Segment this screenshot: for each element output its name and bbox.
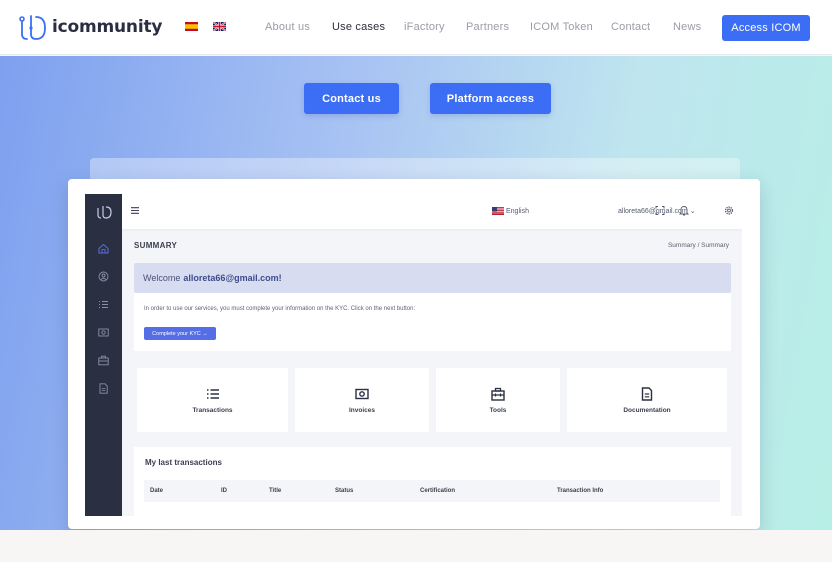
column-id[interactable]: ID — [221, 488, 227, 494]
complete-kyc-button[interactable]: Complete your KYC → — [144, 327, 216, 340]
breadcrumb: Summary / Summary — [667, 242, 729, 249]
nav-about-us[interactable]: About us — [265, 21, 310, 33]
transactions-table-header: Date ID Title Status Certification Trans… — [144, 480, 720, 502]
column-status[interactable]: Status — [335, 488, 353, 494]
brand-name: icommunity — [52, 17, 163, 37]
list-icon[interactable] — [98, 299, 109, 310]
tile-label: Invoices — [348, 406, 375, 414]
page-title: SUMMARY — [134, 241, 178, 250]
access-icom-button[interactable]: Access ICOM — [722, 15, 810, 41]
platform-access-button[interactable]: Platform access — [430, 83, 551, 114]
dashboard-sidebar — [85, 194, 122, 516]
nav-icom-token[interactable]: ICOM Token — [530, 21, 593, 33]
welcome-prefix: Welcome — [143, 273, 181, 283]
nav-news[interactable]: News — [673, 21, 701, 33]
tile-documentation[interactable]: Documentation — [567, 368, 727, 432]
dashboard-topbar: English alloreta66@gmail.com ⌄ — [122, 194, 742, 229]
welcome-banner: Welcome alloreta66@gmail.com! — [134, 263, 731, 293]
us-flag-icon — [492, 207, 504, 215]
dashboard-frame: English alloreta66@gmail.com ⌄ SUMMARY S… — [85, 194, 742, 516]
toolbox-icon[interactable] — [98, 355, 109, 366]
contact-us-button[interactable]: Contact us — [304, 83, 399, 114]
tile-transactions[interactable]: Transactions — [137, 368, 288, 432]
sidebar-logo-icon — [97, 206, 112, 219]
welcome-user: alloreta66@gmail.com! — [183, 273, 282, 283]
brand-logo[interactable]: icommunity — [18, 12, 162, 42]
language-selector[interactable]: English — [492, 207, 529, 215]
es-flag-icon[interactable] — [185, 22, 198, 31]
settings-gear-icon[interactable] — [724, 205, 734, 216]
user-icon[interactable] — [98, 271, 109, 282]
column-certification[interactable]: Certification — [420, 488, 455, 494]
column-date[interactable]: Date — [150, 488, 163, 494]
page-footer-band — [0, 530, 832, 562]
kyc-message: In order to use our services, you must c… — [144, 306, 416, 312]
kyc-card: In order to use our services, you must c… — [134, 293, 731, 351]
transactions-title: My last transactions — [145, 458, 222, 467]
nav-partners[interactable]: Partners — [466, 21, 509, 33]
invoice-icon[interactable] — [98, 327, 109, 338]
tile-invoices[interactable]: Invoices — [295, 368, 429, 432]
list-icon — [206, 388, 219, 399]
language-label: English — [506, 207, 529, 215]
column-title[interactable]: Title — [269, 488, 281, 494]
document-icon — [641, 386, 653, 401]
invoice-icon — [355, 388, 369, 399]
uk-flag-icon[interactable] — [213, 22, 226, 31]
logo-icon — [19, 15, 46, 40]
transactions-card: My last transactions Date ID Title Statu… — [134, 447, 731, 516]
tile-label: Tools — [489, 406, 507, 414]
document-icon[interactable] — [98, 383, 109, 394]
menu-icon[interactable] — [131, 207, 139, 214]
nav-contact[interactable]: Contact — [611, 21, 650, 33]
nav-ifactory[interactable]: iFactory — [404, 21, 445, 33]
toolbox-icon — [491, 387, 505, 401]
dashboard-preview: English alloreta66@gmail.com ⌄ SUMMARY S… — [68, 179, 760, 529]
column-transaction-info[interactable]: Transaction Info — [557, 488, 603, 494]
dashboard-content: SUMMARY Summary / Summary Welcome allore… — [122, 229, 742, 516]
top-navbar: icommunity About us Use cases iFactory P… — [0, 0, 832, 55]
tile-tools[interactable]: Tools — [436, 368, 560, 432]
user-menu[interactable]: alloreta66@gmail.com ⌄ — [618, 207, 696, 215]
nav-use-cases[interactable]: Use cases — [332, 21, 385, 33]
home-icon[interactable] — [98, 243, 109, 254]
tile-label: Documentation — [623, 406, 671, 414]
tile-label: Transactions — [192, 406, 233, 414]
